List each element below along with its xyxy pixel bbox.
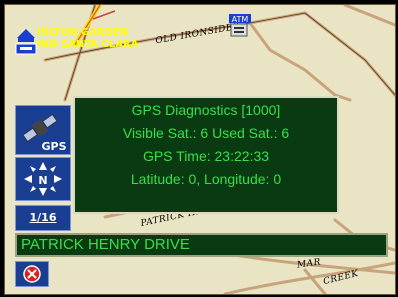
- atm-icon[interactable]: ATM: [229, 14, 251, 38]
- close-icon: [23, 265, 41, 283]
- diagnostics-position: Latitude: 0, Longitude: 0: [130, 171, 282, 187]
- gps-button-label: GPS: [41, 140, 66, 153]
- satellite-icon: GPS: [22, 113, 68, 153]
- atm-label: ATM: [232, 15, 249, 24]
- gps-diagnostics-panel: GPS Diagnostics [1000] Visible Sat.: 6 U…: [73, 96, 339, 214]
- gps-button[interactable]: GPS: [15, 105, 71, 155]
- diagnostics-satellites: Visible Sat.: 6 Used Sat.: 6: [122, 125, 290, 141]
- zoom-button[interactable]: 1/16: [15, 205, 71, 231]
- map-frame: OLD IRONSIDES PATRICK HENR MAR CREEK HIL…: [4, 4, 396, 295]
- close-button[interactable]: [15, 261, 49, 287]
- hotel-icon[interactable]: [15, 27, 37, 57]
- compass-icon: N: [24, 162, 62, 196]
- poi-label-line-2: INN SANTA CLARA: [37, 39, 139, 50]
- poi-label-line-1: HILTON GARDEN: [37, 27, 129, 38]
- zoom-label: 1/16: [29, 211, 57, 224]
- diagnostics-title: GPS Diagnostics [1000]: [131, 102, 281, 118]
- compass-label: N: [38, 174, 47, 187]
- current-street-bar: PATRICK HENRY DRIVE: [15, 233, 388, 257]
- device-screen: OLD IRONSIDES PATRICK HENR MAR CREEK HIL…: [0, 0, 398, 297]
- compass-button[interactable]: N: [15, 157, 71, 201]
- diagnostics-time: GPS Time: 23:22:33: [142, 148, 270, 164]
